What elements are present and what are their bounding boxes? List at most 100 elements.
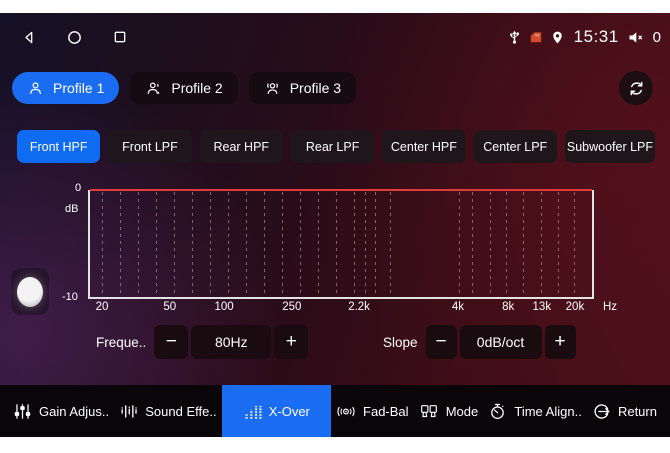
tab-front-hpf[interactable]: Front HPF [17,130,100,163]
grid-line [318,192,319,297]
speakers-icon [419,402,439,421]
tab-rear-hpf[interactable]: Rear HPF [200,130,283,163]
bottom-nav: Gain Adjus.. Sound Effe.. [0,385,670,437]
person-icon [27,80,44,97]
grid-layer [90,190,592,297]
nav-x-over-label: X-Over [269,404,310,419]
profile-1-label: Profile 1 [53,80,104,96]
tab-center-hpf[interactable]: Center HPF [382,130,465,163]
grid-line [138,192,139,297]
home-button[interactable] [66,29,83,46]
x-tick-50: 50 [163,301,176,313]
tab-front-lpf[interactable]: Front LPF [108,130,191,163]
grid-line [459,192,460,297]
nav-x-over[interactable]: X-Over [222,385,331,437]
grid-line [210,192,211,297]
profile-3-label: Profile 3 [290,80,341,96]
nav-fad-bal[interactable]: Fad-Bal [331,385,414,437]
tab-profile-1[interactable]: Profile 1 [12,72,119,104]
grid-line [246,192,247,297]
grid-line [375,192,376,297]
nav-return[interactable]: Return [587,385,662,437]
nav-gain-adjust[interactable]: Gain Adjus.. [8,385,114,437]
reset-button[interactable] [619,71,653,105]
x-tick-13k: 13k [533,301,552,313]
slope-plus-button[interactable]: + [545,325,576,359]
grid-line [282,192,283,297]
nav-mode-label: Mode [446,404,479,419]
nav-sound-effects-label: Sound Effe.. [145,404,216,419]
screen: 15:31 0 Profile 1 [0,13,670,437]
slope-value[interactable]: 0dB/oct [460,325,542,359]
frequency-minus-button[interactable]: − [154,325,188,359]
response-curve [90,189,592,191]
tab-profile-2[interactable]: Profile 2 [130,72,237,104]
y-axis-unit-label: dB [65,203,78,215]
grid-line [541,192,542,297]
grid-line [336,192,337,297]
y-axis-min-label: -10 [62,291,78,303]
nav-mode[interactable]: Mode [414,385,484,437]
nav-return-label: Return [618,404,657,419]
x-axis-unit-label: Hz [603,301,617,313]
volume-muted-icon [628,30,646,45]
recents-icon [112,29,128,45]
status-bar: 15:31 0 [0,20,670,54]
grid-line [192,192,193,297]
nav-time-align[interactable]: Time Align.. [483,385,586,437]
grid-line [264,192,265,297]
back-icon [21,29,37,46]
nav-time-align-label: Time Align.. [514,404,581,419]
recents-button[interactable] [112,29,128,45]
frequency-control: Freque.. − 80Hz + [96,325,311,359]
stopwatch-icon [488,402,507,421]
grid-line [506,192,507,297]
home-icon [66,29,83,46]
grid-line [174,192,175,297]
grid-line [490,192,491,297]
return-arrow-icon [592,402,611,421]
equalizer-icon [119,402,138,421]
filter-tabs: Front HPF Front LPF Rear HPF Rear LPF Ce… [17,130,655,163]
y-axis-max-label: 0 [75,182,81,194]
frequency-label: Freque.. [96,335,146,350]
grid-line [574,192,575,297]
profile-tabs: Profile 1 Profile 2 Prof [12,72,356,104]
sd-card-icon [529,31,543,43]
x-tick-20k: 20k [566,301,585,313]
frequency-value[interactable]: 80Hz [191,325,271,359]
person-group-icon [264,80,281,97]
tab-subwoofer-lpf[interactable]: Subwoofer LPF [565,130,655,163]
back-button[interactable] [21,29,37,46]
nav-fad-bal-label: Fad-Bal [363,404,409,419]
sliders-icon [13,402,32,421]
grid-line [523,192,524,297]
device-frame: 15:31 0 Profile 1 [0,0,670,453]
x-tick-100: 100 [214,301,233,313]
x-tick-8k: 8k [502,301,514,313]
tab-center-lpf[interactable]: Center LPF [474,130,557,163]
tab-profile-3[interactable]: Profile 3 [249,72,356,104]
slope-label: Slope [383,335,418,350]
clock: 15:31 [574,27,619,47]
refresh-icon [627,79,646,98]
volume-level: 0 [653,29,661,46]
grid-line [354,192,355,297]
grid-line [472,192,473,297]
grid-line [156,192,157,297]
fader-balance-icon [336,402,356,421]
slope-control: Slope − 0dB/oct + [383,325,579,359]
x-tick-20: 20 [96,301,109,313]
grid-line [365,192,366,297]
nav-gain-adjust-label: Gain Adjus.. [39,404,109,419]
location-icon [550,29,565,46]
tab-rear-lpf[interactable]: Rear LPF [291,130,374,163]
assist-touch-button[interactable] [11,268,49,315]
grid-line [102,192,103,297]
nav-sound-effects[interactable]: Sound Effe.. [114,385,221,437]
x-tick-4k: 4k [452,301,464,313]
crossover-bars-icon [243,402,262,421]
frequency-plus-button[interactable]: + [274,325,308,359]
slope-minus-button[interactable]: − [426,325,457,359]
x-tick-2-2k: 2.2k [348,301,370,313]
